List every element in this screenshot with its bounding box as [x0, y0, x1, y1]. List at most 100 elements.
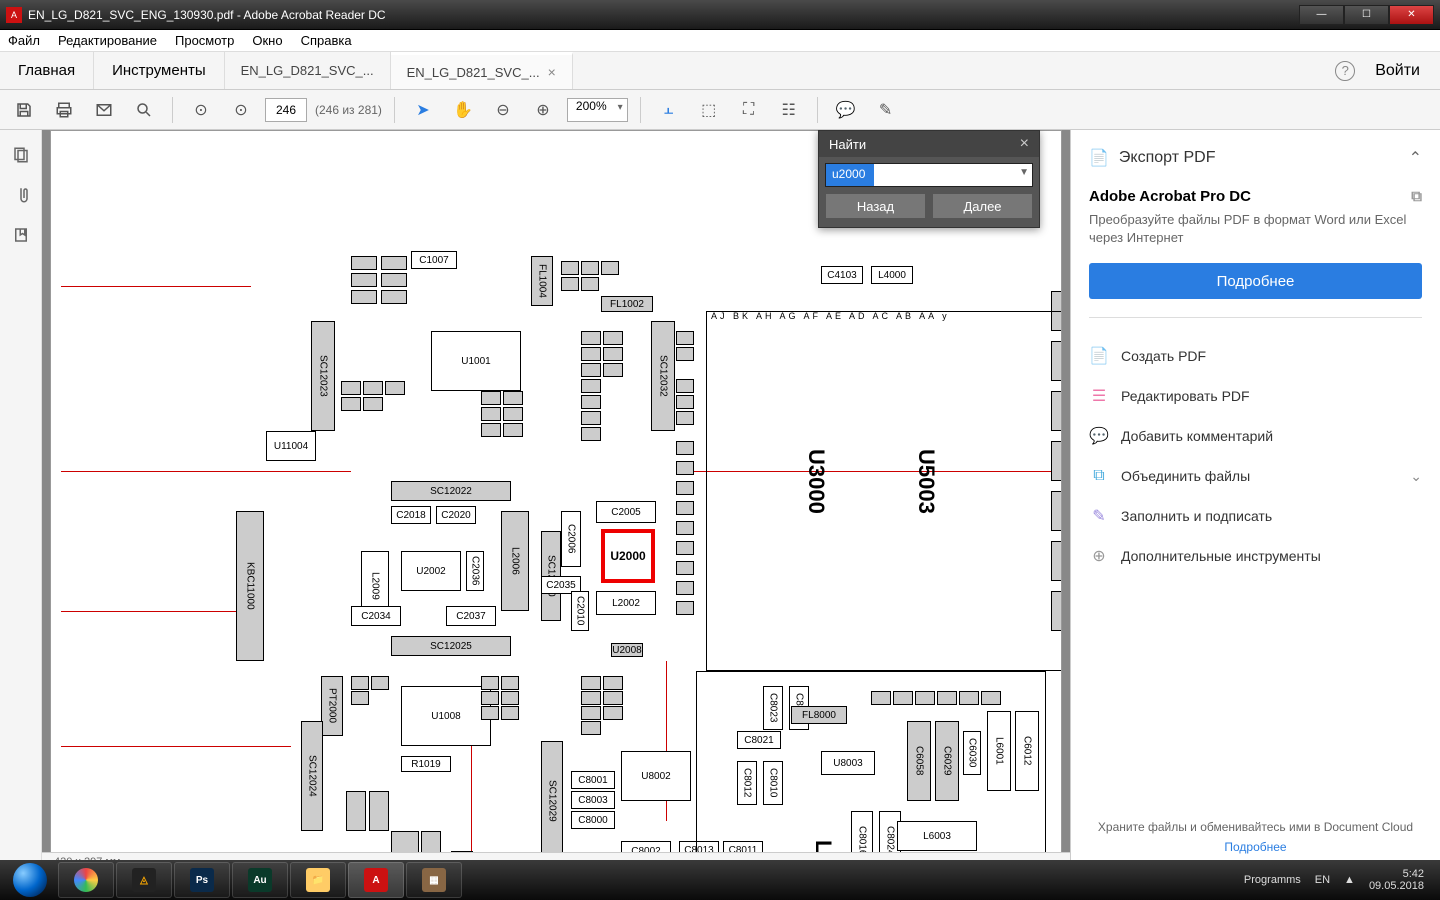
- tool-combine[interactable]: ⧉Объединить файлы⌄: [1089, 456, 1422, 496]
- hand-icon[interactable]: ✋: [447, 94, 479, 126]
- component: SC12032: [651, 321, 675, 431]
- zoom-select[interactable]: 200%: [567, 98, 628, 122]
- page-down-icon[interactable]: ⊙: [225, 94, 257, 126]
- more-button[interactable]: Подробнее: [1089, 263, 1422, 299]
- tray-flag-icon[interactable]: ▲: [1344, 874, 1355, 886]
- tool-edit-pdf[interactable]: ☰Редактировать PDF: [1089, 376, 1422, 416]
- tool-comment[interactable]: 💬Добавить комментарий: [1089, 416, 1422, 456]
- component: C4103: [821, 266, 863, 284]
- page-up-icon[interactable]: ⊙: [185, 94, 217, 126]
- tool-create-pdf[interactable]: 📄Создать PDF: [1089, 336, 1422, 376]
- component: SC12023: [311, 321, 335, 431]
- menu-window[interactable]: Окно: [252, 33, 282, 48]
- sign-icon[interactable]: ✎: [870, 94, 902, 126]
- doc-tab-0[interactable]: EN_LG_D821_SVC_...: [225, 52, 391, 89]
- cursor-icon[interactable]: ➤: [407, 94, 439, 126]
- chevron-down-icon[interactable]: ⌄: [1410, 468, 1422, 485]
- taskbar: ◬ Ps Au 📁 A ▦ Programms EN ▲ 5:42 09.05.…: [0, 860, 1440, 900]
- read-mode-icon[interactable]: ☷: [773, 94, 805, 126]
- menu-edit[interactable]: Редактирование: [58, 33, 157, 48]
- menu-view[interactable]: Просмотр: [175, 33, 234, 48]
- taskbar-au[interactable]: Au: [232, 862, 288, 898]
- close-button[interactable]: ✕: [1389, 5, 1434, 25]
- find-close-icon[interactable]: ×: [1020, 135, 1029, 153]
- component: C2036: [466, 551, 484, 591]
- component: U2008: [611, 643, 643, 657]
- thumbnails-icon[interactable]: [10, 144, 32, 166]
- right-pane: 📄 Экспорт PDF ⌃ Adobe Acrobat Pro DC⧉ Пр…: [1070, 130, 1440, 870]
- fit-width-icon[interactable]: ⫠: [653, 94, 685, 126]
- page-input[interactable]: [265, 98, 307, 122]
- component: KBC11000: [236, 511, 264, 661]
- taskbar-aimp[interactable]: ◬: [116, 862, 172, 898]
- tray-programms[interactable]: Programms: [1244, 874, 1301, 886]
- minimize-button[interactable]: —: [1299, 5, 1344, 25]
- document-area[interactable]: AJ BK AH AG AF AE AD AC AB AA yU1001SC12…: [42, 130, 1070, 870]
- search-icon[interactable]: [128, 94, 160, 126]
- comment-icon[interactable]: 💬: [830, 94, 862, 126]
- component: L2006: [501, 511, 529, 611]
- find-dialog: Найти× u2000 ▼ Назад Далее: [818, 130, 1040, 228]
- export-pdf-title[interactable]: Экспорт PDF: [1119, 149, 1216, 167]
- export-pdf-icon: 📄: [1089, 148, 1109, 168]
- component: PT2000: [321, 676, 343, 736]
- link-icon[interactable]: ⧉: [1411, 188, 1422, 205]
- taskbar-chrome[interactable]: [58, 862, 114, 898]
- component: FL1002: [601, 296, 653, 312]
- tray-time[interactable]: 5:42: [1369, 868, 1424, 880]
- mail-icon[interactable]: [88, 94, 120, 126]
- tabbar: Главная Инструменты EN_LG_D821_SVC_... E…: [0, 52, 1440, 90]
- tool-fillsign[interactable]: ✎Заполнить и подписать: [1089, 496, 1422, 536]
- taskbar-winrar[interactable]: ▦: [406, 862, 462, 898]
- taskbar-explorer[interactable]: 📁: [290, 862, 346, 898]
- print-icon[interactable]: [48, 94, 80, 126]
- component: U8002: [621, 751, 691, 801]
- window-title: EN_LG_D821_SVC_ENG_130930.pdf - Adobe Ac…: [28, 8, 1299, 22]
- component: SC12029: [541, 741, 563, 861]
- component: FL1004: [531, 256, 553, 306]
- pdf-page: AJ BK AH AG AF AE AD AC AB AA yU1001SC12…: [50, 130, 1062, 870]
- component: R1019: [401, 756, 451, 772]
- find-next-button[interactable]: Далее: [932, 193, 1033, 219]
- toolbar: ⊙ ⊙ (246 из 281) ➤ ✋ ⊖ ⊕ 200% ⫠ ⬚ ⛶ ☷ 💬 …: [0, 90, 1440, 130]
- pro-desc: Преобразуйте файлы PDF в формат Word или…: [1089, 211, 1422, 247]
- left-rail: [0, 130, 42, 870]
- save-icon[interactable]: [8, 94, 40, 126]
- tray-lang[interactable]: EN: [1315, 874, 1330, 886]
- component: L4000: [871, 266, 913, 284]
- menu-help[interactable]: Справка: [301, 33, 352, 48]
- tray-date: 09.05.2018: [1369, 880, 1424, 892]
- component: C2005: [596, 501, 656, 523]
- component: C8001: [571, 771, 615, 789]
- taskbar-acrobat[interactable]: A: [348, 862, 404, 898]
- component: C2037: [446, 606, 496, 626]
- find-dropdown-icon[interactable]: ▼: [1019, 167, 1029, 178]
- menu-file[interactable]: Файл: [8, 33, 40, 48]
- component: SC12022: [391, 481, 511, 501]
- component: U11004: [266, 431, 316, 461]
- attach-icon[interactable]: [10, 184, 32, 206]
- fit-page-icon[interactable]: ⬚: [693, 94, 725, 126]
- highlighted-component: U2000: [601, 529, 655, 583]
- tab-tools[interactable]: Инструменты: [94, 52, 225, 89]
- doc-tab-1[interactable]: EN_LG_D821_SVC_...×: [391, 52, 573, 89]
- find-prev-button[interactable]: Назад: [825, 193, 926, 219]
- zoom-out-icon[interactable]: ⊖: [487, 94, 519, 126]
- component: L2002: [596, 591, 656, 615]
- maximize-button[interactable]: ☐: [1344, 5, 1389, 25]
- tool-more[interactable]: ⊕Дополнительные инструменты: [1089, 536, 1422, 576]
- fullscreen-icon[interactable]: ⛶: [733, 94, 765, 126]
- chevron-up-icon[interactable]: ⌃: [1409, 148, 1422, 168]
- taskbar-ps[interactable]: Ps: [174, 862, 230, 898]
- close-tab-icon[interactable]: ×: [548, 64, 556, 80]
- component: C8000: [571, 811, 615, 829]
- tab-home[interactable]: Главная: [0, 52, 94, 89]
- menubar: Файл Редактирование Просмотр Окно Справк…: [0, 30, 1440, 52]
- bookmarks-icon[interactable]: [10, 224, 32, 246]
- cloud-footer-link[interactable]: Подробнее: [1089, 840, 1422, 854]
- signin-button[interactable]: Войти: [1375, 62, 1420, 80]
- help-icon[interactable]: ?: [1335, 61, 1355, 81]
- component: C2018: [391, 506, 431, 524]
- zoom-in-icon[interactable]: ⊕: [527, 94, 559, 126]
- start-button[interactable]: [4, 862, 56, 898]
